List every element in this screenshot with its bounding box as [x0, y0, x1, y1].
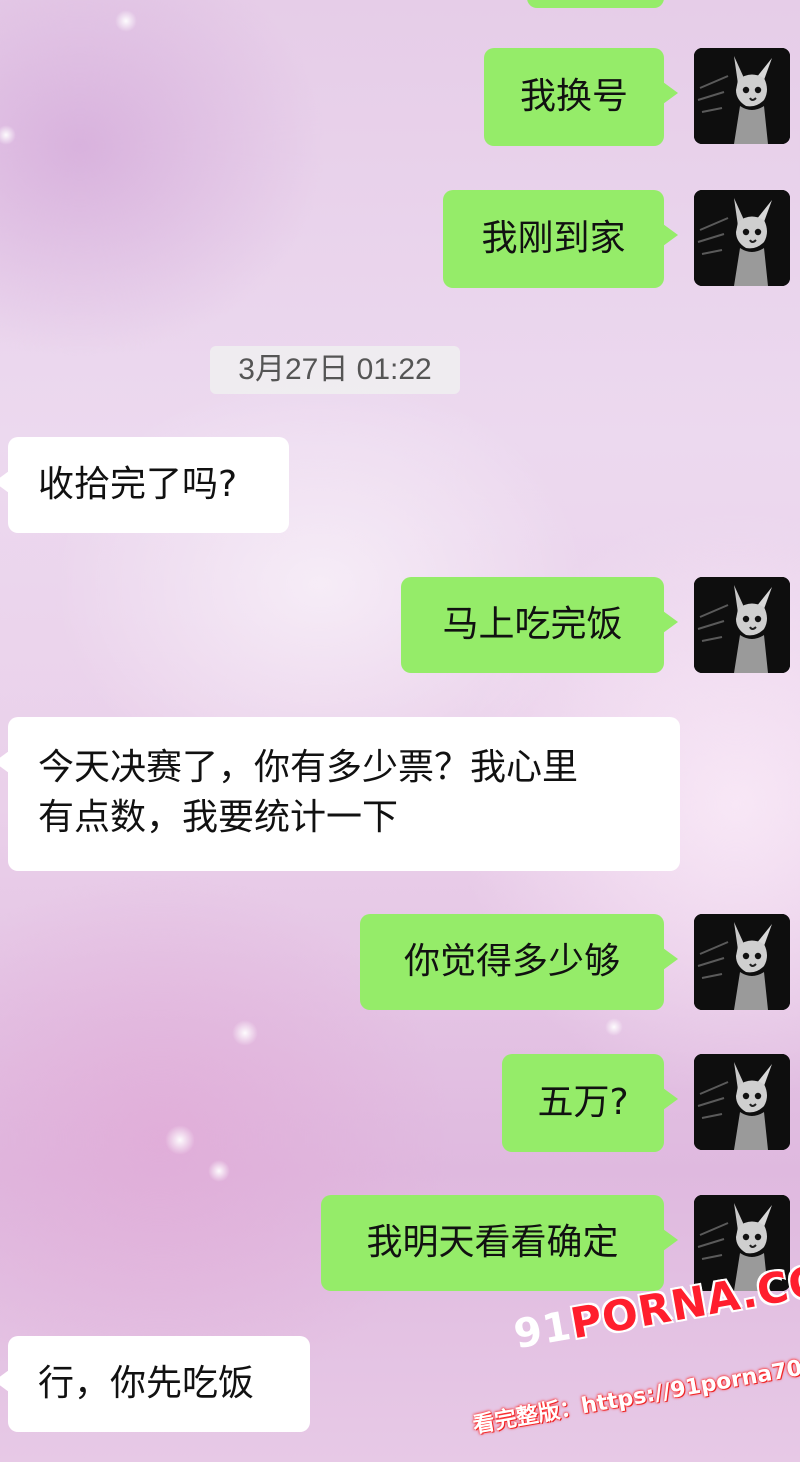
message-text: 马上吃完饭	[442, 604, 623, 645]
dog-avatar-icon	[694, 577, 790, 673]
dog-avatar-icon	[694, 914, 790, 1010]
message-text: 我明天看看确定	[366, 1222, 619, 1263]
watermark-logo-prefix: 91	[510, 1302, 576, 1359]
background-sparkle	[232, 1020, 258, 1046]
sent-message-bubble[interactable]: 马上吃完饭	[401, 577, 678, 673]
avatar[interactable]	[694, 1054, 790, 1150]
background-sparkle	[208, 1160, 230, 1182]
dog-avatar-icon	[694, 48, 790, 144]
message-text: 我刚到家	[481, 218, 626, 259]
watermark: 91PORNA.COM 看完整版：https://91porna70.com	[470, 1248, 800, 1462]
previous-message-bubble	[527, 0, 664, 8]
background-sparkle	[0, 125, 16, 145]
message-text-line: 今天决赛了，你有多少票？我心里	[38, 747, 579, 788]
message-text: 收拾完了吗?	[38, 464, 238, 505]
sent-message-bubble[interactable]: 我刚到家	[443, 190, 678, 288]
dog-avatar-icon	[694, 190, 790, 286]
received-message-bubble[interactable]: 今天决赛了，你有多少票？我心里 有点数，我要统计一下	[0, 717, 680, 871]
message-timestamp: 3月27日 01:22	[210, 346, 460, 394]
message-text: 行，你先吃饭	[38, 1363, 255, 1404]
background-sparkle	[165, 1125, 195, 1155]
sent-message-bubble[interactable]: 我明天看看确定	[321, 1195, 678, 1291]
message-text: 你觉得多少够	[403, 941, 620, 982]
dog-avatar-icon	[694, 1054, 790, 1150]
avatar[interactable]	[694, 48, 790, 144]
sent-message-bubble[interactable]: 你觉得多少够	[360, 914, 678, 1010]
message-text: 我换号	[519, 76, 628, 117]
avatar[interactable]	[694, 190, 790, 286]
received-message-bubble[interactable]: 行，你先吃饭	[0, 1336, 310, 1432]
avatar[interactable]	[694, 914, 790, 1010]
background-sparkle	[115, 10, 137, 32]
message-text-line: 有点数，我要统计一下	[38, 797, 399, 838]
background-sparkle	[605, 1018, 623, 1036]
sent-message-bubble[interactable]: 我换号	[484, 48, 678, 146]
avatar[interactable]	[694, 577, 790, 673]
message-text: 五万?	[537, 1082, 629, 1123]
received-message-bubble[interactable]: 收拾完了吗?	[0, 437, 289, 533]
sent-message-bubble[interactable]: 五万?	[502, 1054, 678, 1152]
